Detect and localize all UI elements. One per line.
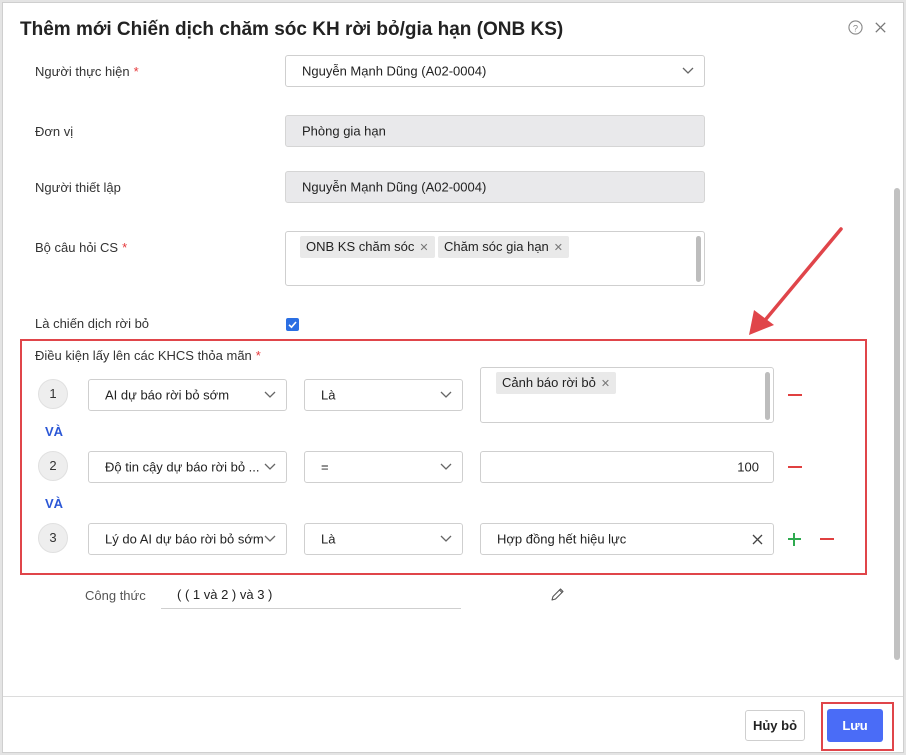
creator-field: Nguyễn Mạnh Dũng (A02-0004)	[285, 171, 705, 203]
connector-and[interactable]: VÀ	[45, 496, 63, 511]
chevron-down-icon	[440, 535, 452, 542]
formula-field: ( ( 1 và 2 ) và 3 )	[161, 579, 461, 609]
chevron-down-icon	[264, 463, 276, 470]
unit-field: Phòng gia hạn	[285, 115, 705, 147]
remove-tag-icon[interactable]: ✕	[601, 378, 610, 390]
plus-icon	[793, 533, 795, 546]
dialog: Thêm mới Chiến dịch chăm sóc KH rời bỏ/g…	[2, 2, 904, 753]
condition-operator-select[interactable]: =	[304, 451, 463, 483]
condition-operator-value: Là	[321, 531, 336, 547]
creator-label: Người thiết lập	[35, 180, 121, 195]
condition-operator-select[interactable]: Là	[304, 379, 463, 411]
svg-text:?: ?	[853, 23, 858, 33]
assignee-label: Người thực hiện *	[35, 64, 139, 79]
tag-condition-value: Cảnh báo rời bỏ ✕	[496, 372, 617, 394]
field-scrollbar[interactable]	[696, 236, 701, 282]
condition-operator-value: Là	[321, 387, 336, 403]
condition-field-select[interactable]: AI dự báo rời bỏ sớm	[88, 379, 287, 411]
condition-index: 3	[38, 523, 68, 553]
condition-field-value: Độ tin cậy dự báo rời bỏ ...	[105, 459, 260, 475]
condition-value-select[interactable]: Hợp đồng hết hiệu lực	[480, 523, 774, 555]
save-button[interactable]: Lưu	[827, 709, 883, 742]
tag-question-set: ONB KS chăm sóc ✕	[300, 236, 435, 258]
condition-index: 2	[38, 451, 68, 481]
question-set-label: Bộ câu hỏi CS *	[35, 240, 128, 255]
dialog-footer: Hủy bỏ Lưu	[3, 696, 903, 752]
condition-field-select[interactable]: Độ tin cậy dự báo rời bỏ ...	[88, 451, 287, 483]
condition-operator-value: =	[321, 459, 329, 475]
is-churn-checkbox[interactable]	[286, 318, 299, 331]
condition-value-text: Hợp đồng hết hiệu lực	[497, 531, 627, 547]
formula-label: Công thức	[85, 588, 146, 603]
creator-value: Nguyễn Mạnh Dũng (A02-0004)	[302, 179, 487, 195]
formula-value: ( ( 1 và 2 ) và 3 )	[177, 587, 273, 602]
chevron-down-icon	[264, 391, 276, 398]
annotation-arrow-icon	[749, 227, 843, 335]
clear-icon[interactable]	[752, 534, 763, 545]
remove-condition-button[interactable]	[788, 394, 802, 396]
chevron-down-icon	[264, 535, 276, 542]
assignee-select[interactable]: Nguyễn Mạnh Dũng (A02-0004)	[285, 55, 705, 87]
help-icon[interactable]: ?	[848, 20, 863, 35]
chevron-down-icon	[440, 463, 452, 470]
condition-operator-select[interactable]: Là	[304, 523, 463, 555]
field-scrollbar[interactable]	[765, 372, 770, 420]
edit-pencil-icon[interactable]	[550, 587, 565, 602]
condition-value-text: 100	[737, 459, 759, 475]
unit-value: Phòng gia hạn	[302, 123, 386, 139]
connector-and[interactable]: VÀ	[45, 424, 63, 439]
tag-question-set: Chăm sóc gia hạn ✕	[438, 236, 569, 258]
condition-value-input[interactable]: 100	[480, 451, 774, 483]
condition-index: 1	[38, 379, 68, 409]
close-icon[interactable]	[873, 20, 888, 35]
assignee-value: Nguyễn Mạnh Dũng (A02-0004)	[302, 63, 487, 79]
is-churn-label: Là chiến dịch rời bỏ	[35, 316, 150, 331]
question-set-select[interactable]: ONB KS chăm sóc ✕ Chăm sóc gia hạn ✕	[285, 231, 705, 286]
dialog-title: Thêm mới Chiến dịch chăm sóc KH rời bỏ/g…	[20, 19, 564, 40]
chevron-down-icon	[682, 67, 694, 74]
condition-value-select[interactable]: Cảnh báo rời bỏ ✕	[480, 367, 774, 423]
remove-tag-icon[interactable]: ✕	[554, 242, 563, 254]
cancel-button[interactable]: Hủy bỏ	[745, 710, 805, 741]
remove-condition-button[interactable]	[788, 466, 802, 468]
dialog-scrollbar[interactable]	[894, 188, 900, 660]
condition-field-value: AI dự báo rời bỏ sớm	[105, 387, 230, 403]
chevron-down-icon	[440, 391, 452, 398]
conditions-label: Điều kiện lấy lên các KHCS thỏa mãn *	[35, 348, 261, 363]
remove-condition-button[interactable]	[820, 538, 834, 540]
condition-field-select[interactable]: Lý do AI dự báo rời bỏ sớm	[88, 523, 287, 555]
condition-field-value: Lý do AI dự báo rời bỏ sớm	[105, 531, 264, 547]
remove-tag-icon[interactable]: ✕	[419, 242, 428, 254]
unit-label: Đơn vị	[35, 124, 74, 139]
